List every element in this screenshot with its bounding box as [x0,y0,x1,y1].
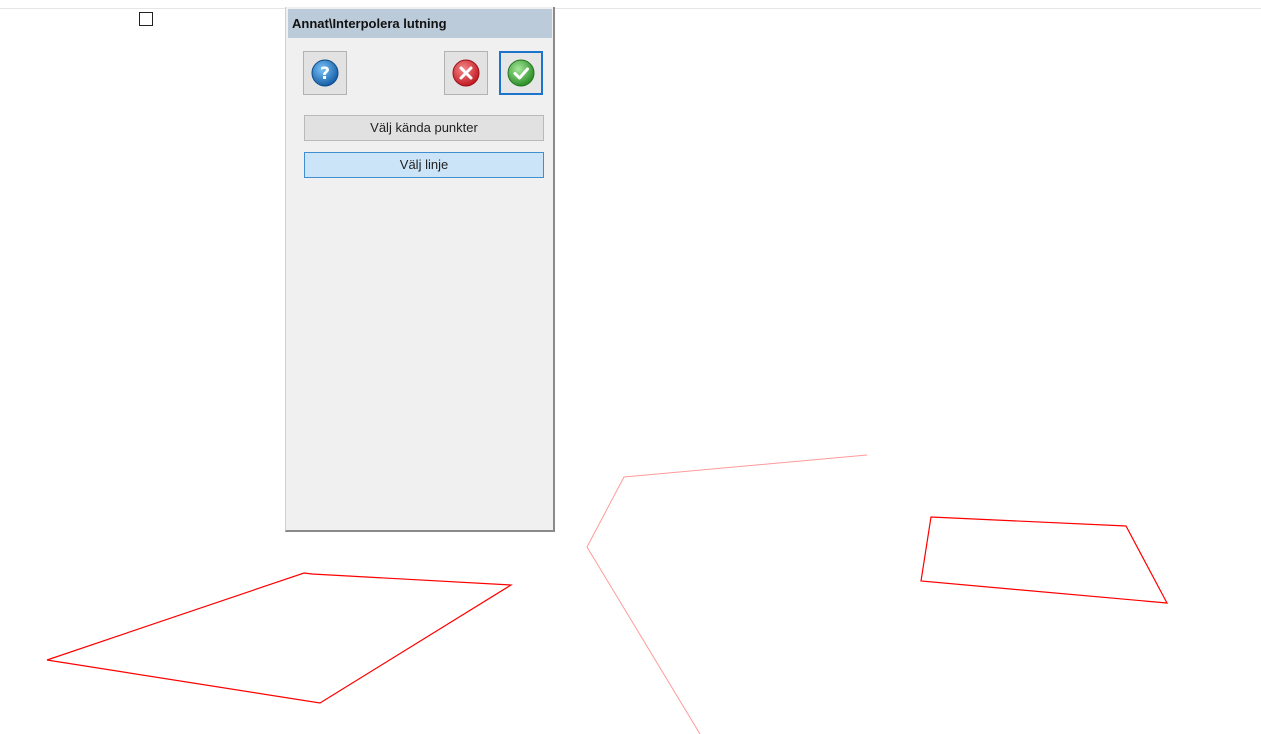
check-icon [507,59,535,87]
left-polygon[interactable] [46,572,513,704]
help-icon: ? [311,59,339,87]
cancel-icon [452,59,480,87]
svg-text:?: ? [320,64,330,84]
panel-title: Annat\Interpolera lutning [288,9,552,38]
right-polygon[interactable] [920,516,1169,604]
select-line-button[interactable]: Välj linje [304,152,544,178]
help-button[interactable]: ? [303,51,347,95]
cancel-button[interactable] [444,51,488,95]
select-known-points-button[interactable]: Välj kända punkter [304,115,544,141]
interpolate-slope-panel: Annat\Interpolera lutning ? Välj kända p… [285,7,555,532]
drawing-canvas[interactable] [0,0,1261,734]
ok-button[interactable] [499,51,543,95]
center-polyline[interactable] [586,454,868,734]
